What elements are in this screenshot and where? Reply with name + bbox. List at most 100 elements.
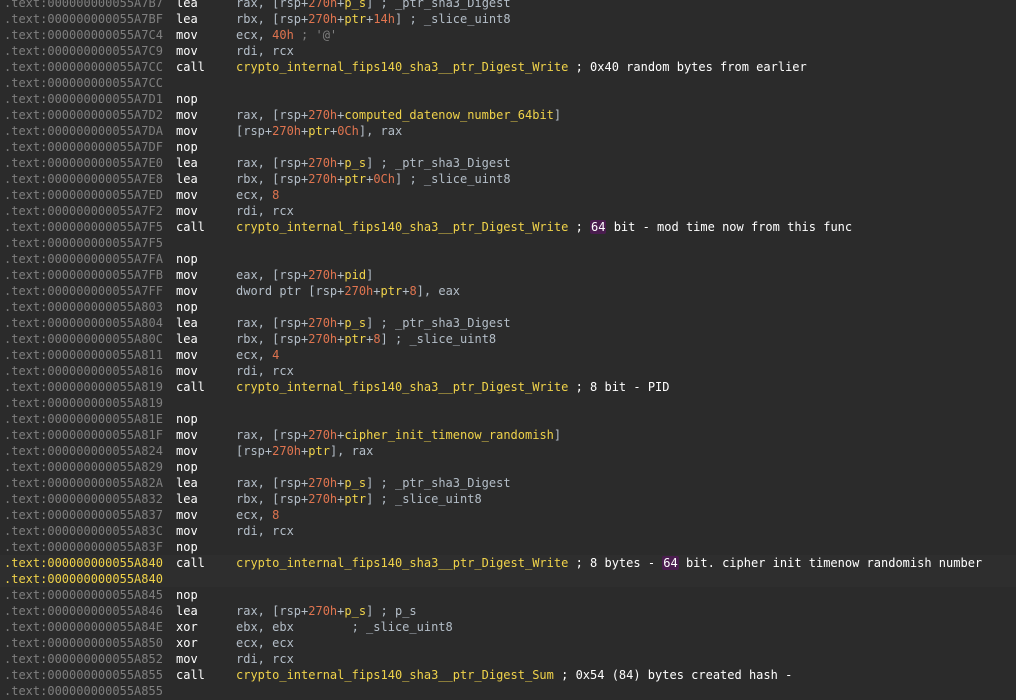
line-address[interactable]: .text:000000000055A7CC — [4, 59, 163, 75]
line-address[interactable]: .text:000000000055A840 — [4, 571, 163, 587]
instruction-operands[interactable]: rbx, [rsp+270h+ptr+0Ch] ; _slice_uint8 — [236, 171, 511, 187]
line-address[interactable]: .text:000000000055A7DF — [4, 139, 163, 155]
stack-variable[interactable]: p_s — [344, 604, 366, 618]
instruction-mnemonic[interactable]: lea — [176, 11, 198, 27]
line-address[interactable]: .text:000000000055A855 — [4, 667, 163, 683]
stack-variable[interactable]: p_s — [344, 156, 366, 170]
stack-variable[interactable]: computed_datenow_number_64bit — [344, 108, 554, 122]
code-line[interactable]: .text:000000000055A7DA mov [rsp+270h+ptr+0… — [0, 123, 1016, 139]
instruction-operands[interactable]: crypto_internal_fips140_sha3__ptr_Digest… — [236, 667, 792, 683]
line-address[interactable]: .text:000000000055A7CC — [4, 75, 163, 91]
instruction-operands[interactable]: rax, [rsp+270h+computed_datenow_number_6… — [236, 107, 561, 123]
code-line[interactable]: .text:000000000055A824 mov [rsp+270h+ptr],… — [0, 443, 1016, 459]
line-address[interactable]: .text:000000000055A840 — [4, 555, 163, 571]
stack-variable[interactable]: ptr — [381, 284, 403, 298]
line-address[interactable]: .text:000000000055A816 — [4, 363, 163, 379]
line-address[interactable]: .text:000000000055A7C9 — [4, 43, 163, 59]
instruction-operands[interactable]: crypto_internal_fips140_sha3__ptr_Digest… — [236, 555, 982, 571]
code-line[interactable]: .text:000000000055A837 mov ecx, 8 — [0, 507, 1016, 523]
code-line[interactable]: .text:000000000055A855 — [0, 683, 1016, 699]
code-line[interactable]: .text:000000000055A7FB mov eax, [rsp+270h+… — [0, 267, 1016, 283]
instruction-mnemonic[interactable]: lea — [176, 315, 198, 331]
line-address[interactable]: .text:000000000055A803 — [4, 299, 163, 315]
code-line[interactable]: .text:000000000055A83C mov rdi, rcx — [0, 523, 1016, 539]
instruction-mnemonic[interactable]: mov — [176, 363, 198, 379]
instruction-mnemonic[interactable]: call — [176, 219, 205, 235]
instruction-mnemonic[interactable]: mov — [176, 347, 198, 363]
function-reference[interactable]: crypto_internal_fips140_sha3__ptr_Digest… — [236, 556, 568, 570]
instruction-mnemonic[interactable]: mov — [176, 107, 198, 123]
line-address[interactable]: .text:000000000055A845 — [4, 587, 163, 603]
instruction-operands[interactable]: rax, [rsp+270h+p_s] ; _ptr_sha3_Digest — [236, 0, 511, 11]
instruction-operands[interactable]: rbx, [rsp+270h+ptr+8] ; _slice_uint8 — [236, 331, 496, 347]
instruction-mnemonic[interactable]: nop — [176, 539, 198, 555]
line-address[interactable]: .text:000000000055A82A — [4, 475, 163, 491]
code-line[interactable]: .text:000000000055A829 nop — [0, 459, 1016, 475]
instruction-mnemonic[interactable]: mov — [176, 523, 198, 539]
line-address[interactable]: .text:000000000055A850 — [4, 635, 163, 651]
instruction-mnemonic[interactable]: mov — [176, 651, 198, 667]
code-line[interactable]: .text:000000000055A82A lea rax, [rsp+270h+… — [0, 475, 1016, 491]
instruction-operands[interactable]: rdi, rcx — [236, 203, 294, 219]
code-line[interactable]: .text:000000000055A7CC call crypto_interna… — [0, 59, 1016, 75]
instruction-operands[interactable]: crypto_internal_fips140_sha3__ptr_Digest… — [236, 219, 852, 235]
instruction-mnemonic[interactable]: lea — [176, 603, 198, 619]
instruction-operands[interactable]: [rsp+270h+ptr], rax — [236, 443, 373, 459]
code-line[interactable]: .text:000000000055A81E nop — [0, 411, 1016, 427]
stack-variable[interactable]: pid — [344, 268, 366, 282]
stack-variable[interactable]: p_s — [344, 476, 366, 490]
code-line[interactable]: .text:000000000055A7DF nop — [0, 139, 1016, 155]
disassembly-listing[interactable]: .text:000000000055A7B7 lea rax, [rsp+270h+… — [0, 0, 1016, 699]
instruction-operands[interactable]: eax, [rsp+270h+pid] — [236, 267, 373, 283]
line-address[interactable]: .text:000000000055A7F5 — [4, 235, 163, 251]
instruction-mnemonic[interactable]: nop — [176, 139, 198, 155]
instruction-mnemonic[interactable]: mov — [176, 267, 198, 283]
line-address[interactable]: .text:000000000055A7F2 — [4, 203, 163, 219]
instruction-mnemonic[interactable]: lea — [176, 491, 198, 507]
code-line[interactable]: .text:000000000055A7F5 — [0, 235, 1016, 251]
instruction-operands[interactable]: crypto_internal_fips140_sha3__ptr_Digest… — [236, 379, 670, 395]
instruction-operands[interactable]: rdi, rcx — [236, 363, 294, 379]
instruction-mnemonic[interactable]: lea — [176, 0, 198, 11]
function-reference[interactable]: crypto_internal_fips140_sha3__ptr_Digest… — [236, 380, 568, 394]
line-address[interactable]: .text:000000000055A819 — [4, 379, 163, 395]
code-line[interactable]: .text:000000000055A840 — [0, 571, 1016, 587]
code-line[interactable]: .text:000000000055A852 mov rdi, rcx — [0, 651, 1016, 667]
line-address[interactable]: .text:000000000055A832 — [4, 491, 163, 507]
code-line[interactable]: .text:000000000055A7BF lea rbx, [rsp+270h+… — [0, 11, 1016, 27]
instruction-operands[interactable]: ecx, 4 — [236, 347, 279, 363]
line-address[interactable]: .text:000000000055A7E0 — [4, 155, 163, 171]
stack-variable[interactable]: cipher_init_timenow_randomish — [344, 428, 554, 442]
stack-variable[interactable]: ptr — [344, 12, 366, 26]
instruction-mnemonic[interactable]: xor — [176, 619, 198, 635]
code-line[interactable]: .text:000000000055A7D1 nop — [0, 91, 1016, 107]
instruction-mnemonic[interactable]: mov — [176, 427, 198, 443]
instruction-mnemonic[interactable]: call — [176, 59, 205, 75]
line-address[interactable]: .text:000000000055A7DA — [4, 123, 163, 139]
code-line[interactable]: .text:000000000055A7ED mov ecx, 8 — [0, 187, 1016, 203]
line-address[interactable]: .text:000000000055A7F5 — [4, 219, 163, 235]
line-address[interactable]: .text:000000000055A824 — [4, 443, 163, 459]
instruction-operands[interactable]: [rsp+270h+ptr+0Ch], rax — [236, 123, 402, 139]
stack-variable[interactable]: ptr — [308, 124, 330, 138]
code-line[interactable]: .text:000000000055A7F2 mov rdi, rcx — [0, 203, 1016, 219]
instruction-mnemonic[interactable]: mov — [176, 283, 198, 299]
line-address[interactable]: .text:000000000055A7B7 — [4, 0, 163, 11]
instruction-operands[interactable]: ecx, 8 — [236, 507, 279, 523]
code-line[interactable]: .text:000000000055A81F mov rax, [rsp+270h+… — [0, 427, 1016, 443]
line-address[interactable]: .text:000000000055A84E — [4, 619, 163, 635]
instruction-mnemonic[interactable]: mov — [176, 203, 198, 219]
line-address[interactable]: .text:000000000055A7FB — [4, 267, 163, 283]
instruction-mnemonic[interactable]: nop — [176, 299, 198, 315]
code-line[interactable]: .text:000000000055A845 nop — [0, 587, 1016, 603]
code-line[interactable]: .text:000000000055A83F nop — [0, 539, 1016, 555]
instruction-mnemonic[interactable]: mov — [176, 187, 198, 203]
code-line[interactable]: .text:000000000055A840 call crypto_interna… — [0, 555, 1016, 571]
instruction-mnemonic[interactable]: mov — [176, 507, 198, 523]
instruction-mnemonic[interactable]: nop — [176, 459, 198, 475]
code-line[interactable]: .text:000000000055A850 xor ecx, ecx — [0, 635, 1016, 651]
stack-variable[interactable]: p_s — [344, 316, 366, 330]
code-line[interactable]: .text:000000000055A7E8 lea rbx, [rsp+270h+… — [0, 171, 1016, 187]
line-address[interactable]: .text:000000000055A7D1 — [4, 91, 163, 107]
line-address[interactable]: .text:000000000055A829 — [4, 459, 163, 475]
